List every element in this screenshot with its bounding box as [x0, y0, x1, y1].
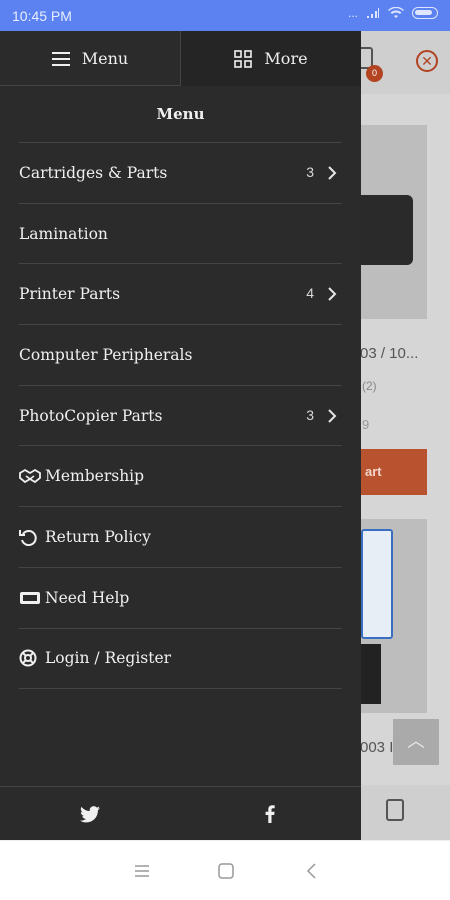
facebook-icon — [265, 805, 275, 823]
drawer-heading: Menu — [156, 105, 205, 123]
wifi-icon — [388, 7, 404, 18]
product-image[interactable] — [355, 519, 427, 713]
menu-item-label: Need Help — [45, 588, 130, 607]
product-name[interactable]: 03 / 10... — [360, 345, 418, 362]
status-time: 10:45 PM — [12, 8, 72, 24]
menu-item-login-register[interactable]: Login / Register — [19, 629, 342, 690]
menu-item-label: Printer Parts — [19, 285, 121, 304]
hamburger-icon — [51, 51, 70, 66]
tab-more[interactable]: More — [180, 31, 361, 86]
menu-item-computer-peripherals[interactable]: Computer Peripherals — [19, 325, 342, 386]
tab-menu[interactable]: Menu — [0, 31, 180, 86]
drawer-footer — [0, 786, 361, 840]
grid-icon — [234, 49, 253, 68]
product-rating: (2) — [362, 379, 377, 393]
add-to-cart-button[interactable]: art — [355, 449, 427, 495]
menu-item-need-help[interactable]: Need Help — [19, 568, 342, 629]
battery-icon — [412, 7, 438, 19]
lifebuoy-icon — [19, 649, 41, 667]
twitter-link[interactable] — [0, 787, 180, 841]
status-icons: ... — [348, 6, 438, 20]
menu-item-cartridges-parts[interactable]: Cartridges & Parts 3 — [19, 143, 342, 204]
menu-item-photocopier-parts[interactable]: PhotoCopier Parts 3 — [19, 386, 342, 447]
twitter-icon — [80, 805, 100, 822]
status-bar: 10:45 PM ... — [0, 0, 450, 31]
scroll-top-button[interactable]: ︿ — [393, 719, 439, 765]
facebook-link[interactable] — [180, 787, 360, 841]
ticket-icon — [19, 589, 41, 607]
chevron-right-icon[interactable] — [326, 287, 338, 302]
tab-menu-label: Menu — [81, 49, 129, 68]
chevron-right-icon[interactable] — [326, 409, 338, 423]
tab-more-label: More — [264, 49, 308, 68]
menu-item-count: 3 — [306, 406, 314, 423]
navigation-drawer: Menu More Menu Cartridges & Parts 3 Lami… — [0, 31, 361, 840]
menu-item-count: 4 — [306, 285, 314, 302]
menu-item-label: PhotoCopier Parts — [19, 406, 163, 425]
menu-icon[interactable] — [132, 861, 152, 881]
menu-item-label: Login / Register — [45, 649, 172, 668]
menu-item-printer-parts[interactable]: Printer Parts 4 — [19, 264, 342, 326]
menu-item-return-policy[interactable]: Return Policy — [19, 507, 342, 568]
product-price: 9 — [362, 417, 370, 432]
undo-icon — [19, 528, 41, 546]
menu-item-lamination[interactable]: Lamination — [19, 204, 342, 265]
handshake-icon — [19, 467, 41, 485]
menu-item-label: Return Policy — [45, 527, 151, 546]
menu-list: Cartridges & Parts 3 Lamination Printer … — [19, 142, 342, 690]
ink-bottle-shadow — [361, 644, 381, 704]
menu-item-label: Lamination — [19, 224, 108, 243]
home-icon[interactable] — [216, 861, 236, 881]
cart-badge: 0 — [366, 65, 383, 82]
menu-item-label: Cartridges & Parts — [19, 163, 168, 182]
chevron-right-icon[interactable] — [326, 166, 338, 180]
ink-bottle-image — [361, 529, 393, 639]
product-image[interactable] — [355, 125, 427, 319]
drawer-tabs: Menu More — [0, 31, 361, 86]
menu-item-count: 3 — [306, 164, 314, 180]
bag-icon[interactable] — [386, 799, 404, 821]
back-icon[interactable] — [302, 861, 322, 881]
menu-item-label: Membership — [45, 467, 145, 486]
signal-icon — [367, 8, 379, 18]
system-nav-bar — [0, 840, 450, 900]
cartridge-image — [355, 195, 413, 265]
menu-item-label: Computer Peripherals — [19, 345, 193, 364]
signal-dots: ... — [347, 6, 358, 20]
menu-item-membership[interactable]: Membership — [19, 446, 342, 508]
close-icon[interactable]: ✕ — [416, 50, 438, 72]
